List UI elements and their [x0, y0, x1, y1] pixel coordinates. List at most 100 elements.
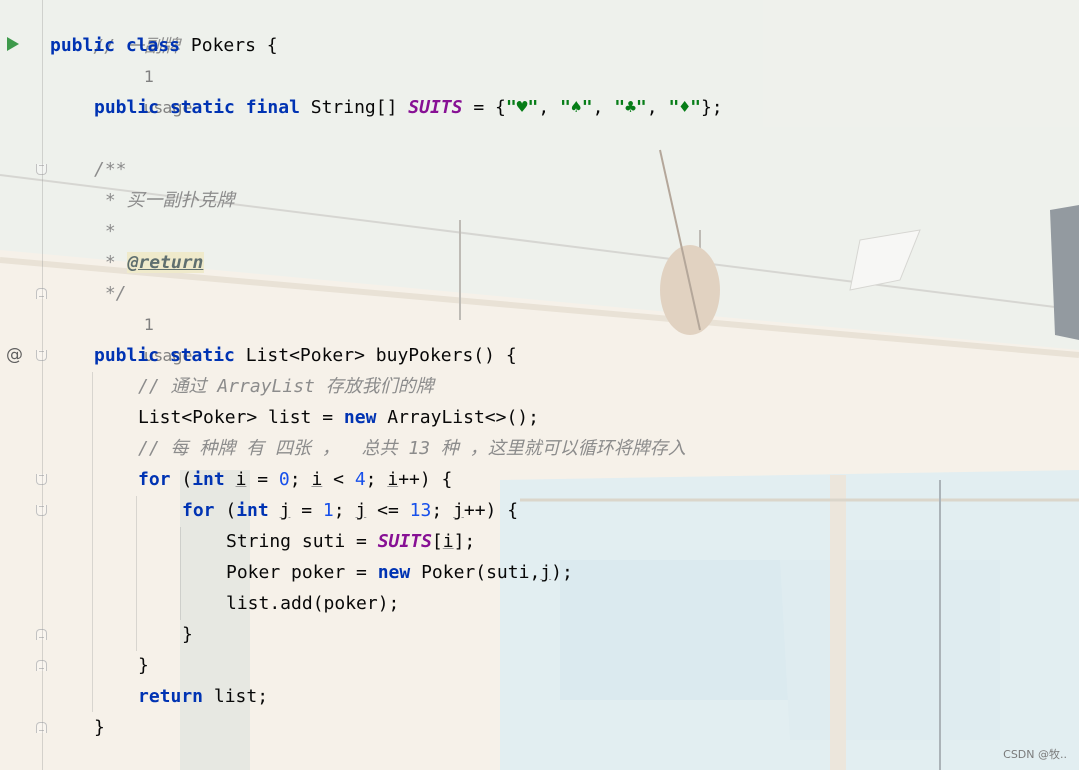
- keyword: for: [138, 469, 171, 490]
- number: 0: [278, 469, 290, 490]
- brace: {: [266, 35, 278, 56]
- punct: );: [551, 562, 573, 583]
- keyword: new: [377, 562, 411, 583]
- keyword: public class: [50, 35, 181, 56]
- keyword: public static: [94, 345, 235, 366]
- punct: =: [290, 500, 323, 521]
- javadoc: */: [94, 283, 127, 304]
- code-line: list.add(poker);: [226, 588, 399, 619]
- code-line: public class Pokers {: [50, 30, 278, 61]
- punct: [: [431, 531, 443, 552]
- code-line: public static List<Poker> buyPokers() {: [94, 340, 517, 371]
- javadoc: * 买一副扑克牌: [94, 190, 235, 211]
- variable: i: [235, 469, 247, 490]
- statement: List<Poker> list =: [138, 407, 344, 428]
- code-line: /**: [94, 154, 127, 185]
- string-literal: "♦": [668, 97, 701, 118]
- code-line: public static final String[] SUITS = {"♥…: [94, 92, 723, 123]
- comment: // 每 种牌 有 四张 ， 总共 13 种 ，这里就可以循环将牌存入: [138, 438, 686, 459]
- number: 4: [354, 469, 366, 490]
- static-field: SUITS: [377, 531, 432, 552]
- code-line: * 买一副扑克牌: [94, 185, 235, 216]
- static-field: SUITS: [408, 97, 463, 118]
- brace: }: [94, 717, 105, 738]
- statement: list.add(poker);: [226, 593, 400, 614]
- keyword: for: [182, 500, 215, 521]
- variable: i: [442, 531, 454, 552]
- code-line: List<Poker> list = new ArrayList<>();: [138, 402, 539, 433]
- punct: ;: [365, 469, 388, 490]
- brace: };: [700, 97, 723, 118]
- usage-hint[interactable]: 1 usage: [144, 61, 192, 117]
- punct: ;: [289, 469, 312, 490]
- punct: ;: [431, 500, 454, 521]
- punct: [225, 469, 236, 490]
- code-line: // 通过 ArrayList 存放我们的牌: [138, 371, 434, 402]
- usage-hint[interactable]: 1 usage: [144, 309, 192, 365]
- code-line: */: [94, 278, 127, 309]
- statement: Poker(suti,: [410, 562, 541, 583]
- variable: j: [355, 500, 367, 521]
- keyword: public static final: [94, 97, 300, 118]
- brace: }: [182, 624, 193, 645]
- watermark: CSDN @牧..: [1003, 748, 1067, 761]
- string-literal: "♥": [505, 97, 539, 118]
- variable: i: [311, 469, 323, 490]
- javadoc: /**: [94, 159, 127, 180]
- code-line: String suti = SUITS[i];: [226, 526, 475, 557]
- punct: [269, 500, 280, 521]
- punct: ++) {: [463, 500, 519, 521]
- code-line: * @return: [94, 247, 205, 278]
- run-icon[interactable]: [7, 37, 19, 51]
- keyword: return: [138, 686, 204, 707]
- punct: (: [214, 500, 237, 521]
- string-literal: "♠": [560, 97, 593, 118]
- code-line: for (int j = 1; j <= 13; j++) {: [182, 495, 518, 526]
- keyword: int: [236, 500, 269, 521]
- keyword: new: [343, 407, 377, 428]
- code-line: }: [138, 650, 149, 681]
- editor-gutter: @: [0, 0, 47, 770]
- punct: (: [170, 469, 193, 490]
- code-line: // 一副牌: [50, 0, 180, 57]
- javadoc-tag: @return: [126, 252, 205, 273]
- variable: j: [453, 500, 464, 521]
- keyword: int: [192, 469, 225, 490]
- code-line: }: [182, 619, 193, 650]
- statement: Poker poker =: [226, 562, 378, 583]
- comment: // 通过 ArrayList 存放我们的牌: [138, 376, 434, 397]
- code-line: Poker poker = new Poker(suti,j);: [226, 557, 573, 588]
- variable: j: [540, 562, 552, 583]
- statement: list;: [203, 686, 269, 707]
- number: 13: [409, 500, 432, 521]
- punct: ];: [453, 531, 476, 552]
- javadoc: *: [94, 221, 116, 242]
- type: String[]: [310, 97, 398, 118]
- variable: j: [279, 500, 291, 521]
- punct: <: [322, 469, 355, 490]
- punct: <=: [366, 500, 410, 521]
- code-line: for (int i = 0; i < 4; i++) {: [138, 464, 452, 495]
- gutter-divider: [42, 0, 43, 770]
- code-line: }: [94, 712, 105, 743]
- method-signature: List<Poker> buyPokers() {: [234, 345, 517, 366]
- indent-guide: [136, 496, 137, 651]
- number: 1: [322, 500, 334, 521]
- code-line: // 每 种牌 有 四张 ， 总共 13 种 ，这里就可以循环将牌存入: [138, 433, 686, 464]
- separator: ,: [538, 97, 561, 118]
- implements-icon[interactable]: @: [6, 345, 23, 365]
- class-name: Pokers: [190, 35, 256, 56]
- code-line: *: [94, 216, 116, 247]
- string-literal: "♣": [614, 97, 647, 118]
- indent-guide: [92, 372, 93, 712]
- operator: = {: [462, 97, 506, 118]
- brace: }: [138, 655, 149, 676]
- separator: ,: [646, 97, 669, 118]
- indent-guide: [180, 527, 181, 620]
- statement: ArrayList<>();: [376, 407, 539, 428]
- separator: ,: [592, 97, 615, 118]
- statement: String suti =: [226, 531, 378, 552]
- variable: i: [387, 469, 399, 490]
- javadoc: *: [94, 252, 127, 273]
- code-line: return list;: [138, 681, 268, 712]
